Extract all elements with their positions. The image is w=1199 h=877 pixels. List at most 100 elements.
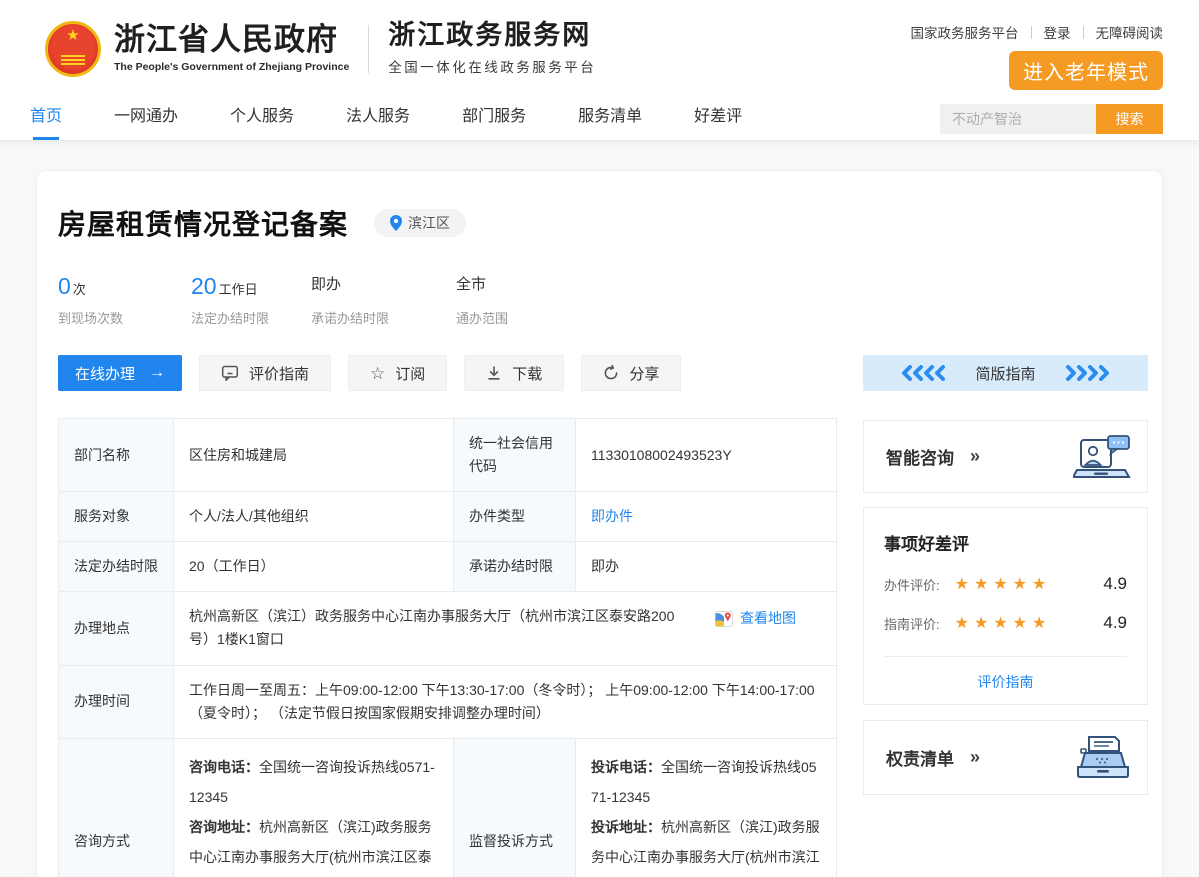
side-column: 简版指南 智能咨询 » 事项好差评 办件评价: ★★★★★ 4.9 — [863, 355, 1148, 795]
link-login[interactable]: 登录 — [1032, 22, 1083, 42]
header-right: 国家政务服务平台 登录 无障碍阅读 进入老年模式 — [911, 22, 1164, 90]
elderly-mode-button[interactable]: 进入老年模式 — [1009, 51, 1163, 90]
row-value: 20（工作日） — [174, 542, 454, 592]
table-row-department: 部门名称 区住房和城建局 统一社会信用代码 11330108002493523Y — [59, 419, 837, 492]
site-header: ★ 浙江省人民政府 The People's Government of Zhe… — [0, 0, 1199, 97]
consult-contact-cell: 咨询电话：全国统一咨询投诉热线0571-12345 咨询地址：杭州高新区（滨江)… — [174, 738, 454, 877]
link-national-platform[interactable]: 国家政务服务平台 — [911, 22, 1031, 42]
national-emblem-icon: ★ — [45, 21, 101, 77]
title-row: 房屋租赁情况登记备案 滨江区 — [58, 203, 1148, 243]
case-type-link[interactable]: 即办件 — [591, 508, 633, 524]
service-detail-card: 房屋租赁情况登记备案 滨江区 0次 到现场次数 20工作日 法定办结时限 即办 … — [36, 170, 1163, 877]
row-value: 即办 — [576, 542, 837, 592]
smart-consult-title: 智能咨询 — [886, 444, 954, 469]
subscribe-button[interactable]: ☆ 订阅 — [348, 355, 447, 391]
search-button[interactable]: 搜索 — [1096, 104, 1163, 134]
stat-legal-time-limit: 20工作日 法定办结时限 — [191, 273, 311, 327]
stat-service-scope: 全市 通办范围 — [456, 273, 508, 327]
nav-item-rating[interactable]: 好差评 — [694, 97, 742, 140]
content-columns: 在线办理 → 评价指南 ☆ 订阅 — [58, 355, 1148, 877]
header-divider — [368, 25, 369, 73]
rating-score: 4.9 — [1103, 574, 1127, 594]
duty-list-card[interactable]: 权责清单 » — [863, 720, 1148, 795]
view-map-link[interactable]: 查看地图 — [715, 607, 796, 630]
complaint-phone: 投诉电话：全国统一咨询投诉热线0571-12345 — [591, 752, 821, 812]
search-bar: 搜索 — [940, 104, 1163, 134]
site-name: 浙江政务服务网 — [388, 21, 596, 49]
main-column: 在线办理 → 评价指南 ☆ 订阅 — [58, 355, 836, 877]
table-row-service-target: 服务对象 个人/法人/其他组织 办件类型 即办件 — [59, 492, 837, 542]
row-value: 即办件 — [576, 492, 837, 542]
location-pin-icon — [390, 215, 402, 231]
nav-item-department-services[interactable]: 部门服务 — [462, 97, 526, 140]
comment-bubble-icon — [221, 364, 239, 382]
site-subtitle: 全国一体化在线政务服务平台 — [388, 56, 596, 76]
table-row-hours: 办理时间 工作日周一至周五：上午09:00-12:00 下午13:30-17:0… — [59, 665, 837, 738]
simple-guide-label: 简版指南 — [975, 363, 1035, 384]
search-input[interactable] — [940, 104, 1096, 134]
service-info-table: 部门名称 区住房和城建局 统一社会信用代码 11330108002493523Y… — [58, 418, 837, 877]
star-rating-icons: ★★★★★ — [955, 574, 1052, 594]
rating-card: 事项好差评 办件评价: ★★★★★ 4.9 指南评价: ★★★★★ 4.9 评价… — [863, 507, 1148, 705]
government-name: 浙江省人民政府 — [114, 24, 349, 57]
row-label: 法定办结时限 — [59, 542, 174, 592]
row-label: 办理时间 — [59, 665, 174, 738]
map-icon — [715, 610, 733, 628]
chevrons-left-icon[interactable] — [897, 365, 947, 381]
rating-card-title: 事项好差评 — [884, 530, 1127, 555]
nav-item-legal-person-services[interactable]: 法人服务 — [346, 97, 410, 140]
download-button[interactable]: 下载 — [464, 355, 564, 391]
nav-item-service-list[interactable]: 服务清单 — [578, 97, 642, 140]
row-label: 监督投诉方式 — [454, 738, 576, 877]
star-rating-icons: ★★★★★ — [955, 613, 1052, 633]
table-row-time-limits: 法定办结时限 20（工作日） 承诺办结时限 即办 — [59, 542, 837, 592]
handling-address: 杭州高新区（滨江）政务服务中心江南办事服务大厅（杭州市滨江区泰安路200号）1楼… — [189, 605, 686, 651]
online-apply-button[interactable]: 在线办理 → — [58, 355, 182, 391]
page-title: 房屋租赁情况登记备案 — [58, 203, 348, 243]
nav-item-one-network[interactable]: 一网通办 — [114, 97, 178, 140]
row-label: 办理地点 — [59, 592, 174, 665]
row-label: 承诺办结时限 — [454, 542, 576, 592]
top-links: 国家政务服务平台 登录 无障碍阅读 — [911, 22, 1164, 42]
video-consult-icon — [1073, 434, 1131, 480]
table-row-location: 办理地点 杭州高新区（滨江）政务服务中心江南办事服务大厅（杭州市滨江区泰安路20… — [59, 592, 837, 665]
rating-row-guide: 指南评价: ★★★★★ 4.9 — [884, 613, 1127, 633]
nav-item-personal-services[interactable]: 个人服务 — [230, 97, 294, 140]
review-guide-link[interactable]: 评价指南 — [884, 657, 1127, 707]
double-chevron-icon: » — [970, 747, 980, 768]
double-chevron-icon: » — [970, 446, 980, 467]
stat-promised-time-limit: 即办 承诺办结时限 — [311, 273, 456, 327]
table-row-contact: 咨询方式 咨询电话：全国统一咨询投诉热线0571-12345 咨询地址：杭州高新… — [59, 738, 837, 877]
consult-phone: 咨询电话：全国统一咨询投诉热线0571-12345 — [189, 752, 438, 812]
row-value: 区住房和城建局 — [174, 419, 454, 492]
row-value: 工作日周一至周五：上午09:00-12:00 下午13:30-17:00（冬令时… — [174, 665, 837, 738]
simple-guide-banner[interactable]: 简版指南 — [863, 355, 1148, 391]
complaint-contact-cell: 投诉电话：全国统一咨询投诉热线0571-12345 投诉地址：杭州高新区（滨江)… — [576, 738, 837, 877]
row-label: 咨询方式 — [59, 738, 174, 877]
nav-item-home[interactable]: 首页 — [30, 97, 62, 140]
complaint-address: 投诉地址：杭州高新区（滨江)政务服务中心江南办事服务大厅(杭州市滨江区泰安路20… — [591, 812, 821, 877]
star-outline-icon: ☆ — [370, 365, 385, 382]
duty-list-title: 权责清单 — [886, 745, 954, 770]
row-label: 办件类型 — [454, 492, 576, 542]
site-logo: 浙江政务服务网 全国一体化在线政务服务平台 — [388, 21, 596, 75]
row-value: 11330108002493523Y — [576, 419, 837, 492]
consult-address: 咨询地址：杭州高新区（滨江)政务服务中心江南办事服务大厅(杭州市滨江区泰安路20… — [189, 812, 438, 877]
download-icon — [486, 365, 502, 381]
main-nav: 首页 一网通办 个人服务 法人服务 部门服务 服务清单 好差评 搜索 — [0, 97, 1199, 140]
smart-consult-card[interactable]: 智能咨询 » — [863, 420, 1148, 493]
typewriter-icon — [1075, 735, 1131, 781]
link-accessibility[interactable]: 无障碍阅读 — [1084, 22, 1164, 42]
row-label: 服务对象 — [59, 492, 174, 542]
review-guide-button[interactable]: 评价指南 — [199, 355, 331, 391]
location-badge[interactable]: 滨江区 — [374, 209, 466, 237]
page-background: 房屋租赁情况登记备案 滨江区 0次 到现场次数 20工作日 法定办结时限 即办 … — [0, 140, 1199, 877]
arrow-right-icon: → — [149, 364, 165, 382]
share-button[interactable]: 分享 — [581, 355, 681, 391]
row-label: 统一社会信用代码 — [454, 419, 576, 492]
row-value: 个人/法人/其他组织 — [174, 492, 454, 542]
rating-score: 4.9 — [1103, 613, 1127, 633]
government-name-en: The People's Government of Zhejiang Prov… — [114, 61, 349, 73]
share-refresh-icon — [603, 365, 619, 381]
chevrons-right-icon[interactable] — [1064, 365, 1114, 381]
